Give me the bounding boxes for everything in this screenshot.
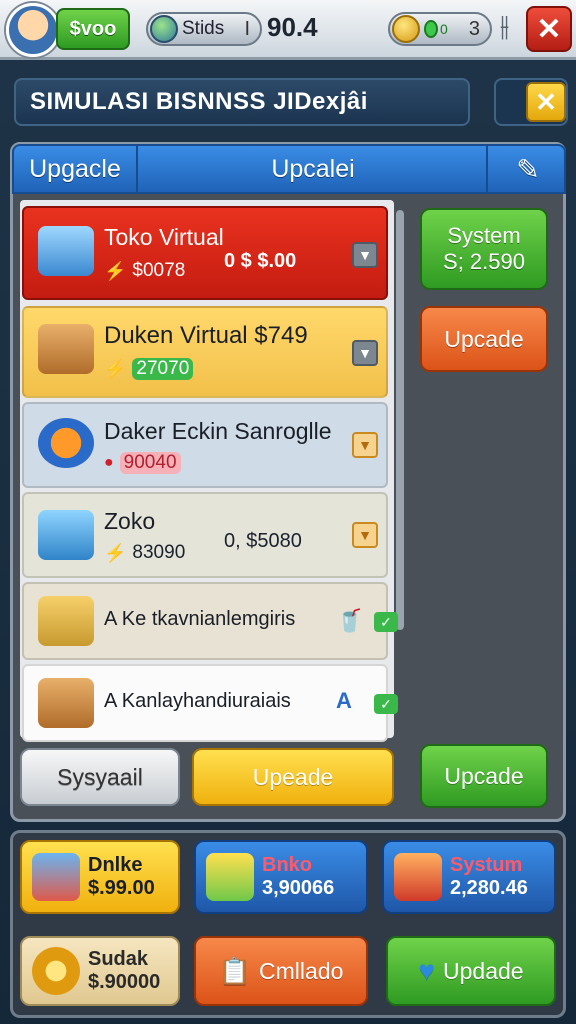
list-item[interactable]: A Ke tkavnianlemgiris 🥤 ✓: [22, 582, 398, 660]
item-name: Daker Eckin Sanroglle: [104, 418, 332, 444]
upgrade-action-button[interactable]: Upeade: [192, 748, 394, 806]
chevron-down-icon[interactable]: ▼: [352, 242, 378, 268]
gem-icon: [424, 20, 438, 38]
title-close-button[interactable]: ✕: [526, 82, 566, 122]
update-label: Updade: [443, 957, 524, 984]
check-icon[interactable]: ✓: [374, 694, 398, 714]
system-button[interactable]: System S; 2.590: [420, 208, 548, 290]
shop-card[interactable]: Dnlke $.99.00: [20, 840, 180, 914]
parcel-box-icon: [38, 596, 94, 646]
item-name: Zoko: [104, 508, 156, 534]
system-action-label: Sysyaail: [57, 763, 143, 790]
list-item[interactable]: Zoko ⚡ 83090 0, $5080 ▼: [22, 492, 388, 578]
gem-value: 0: [440, 21, 448, 37]
item-sub-value: 83090: [132, 542, 186, 563]
system-action-button[interactable]: Sysyaail: [20, 748, 180, 806]
item-price: 0 $ $.00: [224, 250, 297, 272]
shop-card[interactable]: Bnko 3,90066: [194, 840, 368, 914]
item-sub: ⚡ 27070: [104, 358, 194, 380]
chevron-down-icon[interactable]: ▼: [352, 522, 378, 548]
item-sub: ⚡ 83090: [104, 542, 185, 564]
cash-button[interactable]: $voo: [56, 8, 130, 50]
system-title: System: [447, 223, 521, 248]
item-name: Toko Virtual: [104, 224, 224, 250]
list-item[interactable]: A Kanlayhandiuraiais A ✓: [22, 664, 398, 742]
letter-a-icon: A: [336, 688, 352, 713]
heart-icon: ♥: [418, 955, 436, 986]
shop-value: 3,90066: [262, 877, 335, 899]
bolt-icon: ⚡: [104, 260, 127, 281]
shop-title: Bnko: [262, 854, 312, 876]
upgrade-label: Upcade: [444, 325, 524, 352]
sudak-value: $.90000: [88, 971, 161, 993]
list-item[interactable]: Daker Eckin Sanroglle ● 90040 ▼: [22, 402, 388, 488]
item-sub: ⚡ $0078: [104, 260, 185, 282]
tool-icon[interactable]: ✎: [490, 144, 566, 194]
list-item[interactable]: Toko Virtual ⚡ $0078 0 $ $.00 ▼: [22, 206, 388, 300]
food-bowl-icon: [394, 853, 442, 901]
shop-value: $.99.00: [88, 877, 155, 899]
stat-label: Stids: [182, 18, 225, 39]
upgrade-side-label: Upcade: [444, 762, 524, 789]
globe-icon: [150, 15, 178, 43]
chevron-down-icon[interactable]: ▼: [352, 340, 378, 366]
shop-card[interactable]: Systum 2,280.46: [382, 840, 556, 914]
fruit-cart-icon: [206, 853, 254, 901]
settings-icon[interactable]: ⫲: [500, 10, 509, 43]
cancel-button[interactable]: 📋 Cmllado: [194, 936, 368, 1006]
stat-pill: Stids I: [146, 12, 262, 46]
upgrade-action-label: Upeade: [252, 763, 334, 790]
coin-count: 3: [468, 17, 480, 40]
close-button[interactable]: ✕: [526, 6, 572, 52]
stat-value: 90.4: [267, 12, 318, 42]
update-button[interactable]: ♥ Updade: [386, 936, 556, 1006]
upgrade-button[interactable]: Upcade: [420, 306, 548, 372]
blue-box-icon: [38, 510, 94, 560]
item-name: A Kanlayhandiuraiais: [104, 690, 291, 712]
check-icon[interactable]: ✓: [374, 612, 398, 632]
cardboard-box-icon: [38, 324, 94, 374]
coin-icon: [392, 15, 420, 43]
item-sub-value: 27070: [132, 358, 194, 380]
shop-title: Systum: [450, 854, 523, 876]
item-name: Duken Virtual $749: [104, 322, 308, 349]
shop-value: 2,280.46: [450, 877, 528, 899]
gift-box-icon: [38, 678, 94, 728]
tab-upgrade-2[interactable]: Upcalei: [140, 144, 488, 194]
page-title-text: SIMULASI BISNNSS JIDexjâi: [30, 88, 368, 115]
avatar[interactable]: [6, 3, 60, 57]
record-icon: ●: [104, 454, 114, 471]
item-sub-value: $0078: [132, 260, 186, 281]
clipboard-icon: 📋: [218, 955, 251, 986]
upgrade-side-button[interactable]: Upcade: [420, 744, 548, 808]
list-scrollbar[interactable]: [396, 210, 404, 630]
system-value: S; 2.590: [443, 249, 525, 274]
list-item[interactable]: Duken Virtual $749 ⚡ 27070 ▼: [22, 306, 388, 398]
item-price: 0, $5080: [224, 530, 302, 552]
stat-separator: I: [244, 17, 250, 40]
cup-icon: 🥤: [336, 608, 364, 633]
item-sub-value: 90040: [119, 452, 181, 474]
item-sub: ● 90040: [104, 452, 181, 474]
sudak-card[interactable]: Sudak $.90000: [20, 936, 180, 1006]
disc-toy-icon: [38, 418, 94, 468]
coin-pill: 0 3: [388, 12, 492, 46]
item-name: A Ke tkavnianlemgiris: [104, 608, 296, 630]
tab-upgrade[interactable]: Upgacle: [14, 144, 138, 194]
cancel-label: Cmllado: [259, 957, 344, 984]
sudak-title: Sudak: [88, 948, 149, 970]
shop-title: Dnlke: [88, 854, 143, 876]
chevron-down-icon[interactable]: ▼: [352, 432, 378, 458]
storefront-icon: [32, 853, 80, 901]
shopping-cart-icon: [38, 226, 94, 276]
gear-icon: [32, 947, 80, 995]
bolt-icon: ⚡: [104, 542, 127, 563]
page-title: SIMULASI BISNNSS JIDexjâi: [14, 78, 470, 126]
bolt-icon: ⚡: [104, 358, 127, 379]
